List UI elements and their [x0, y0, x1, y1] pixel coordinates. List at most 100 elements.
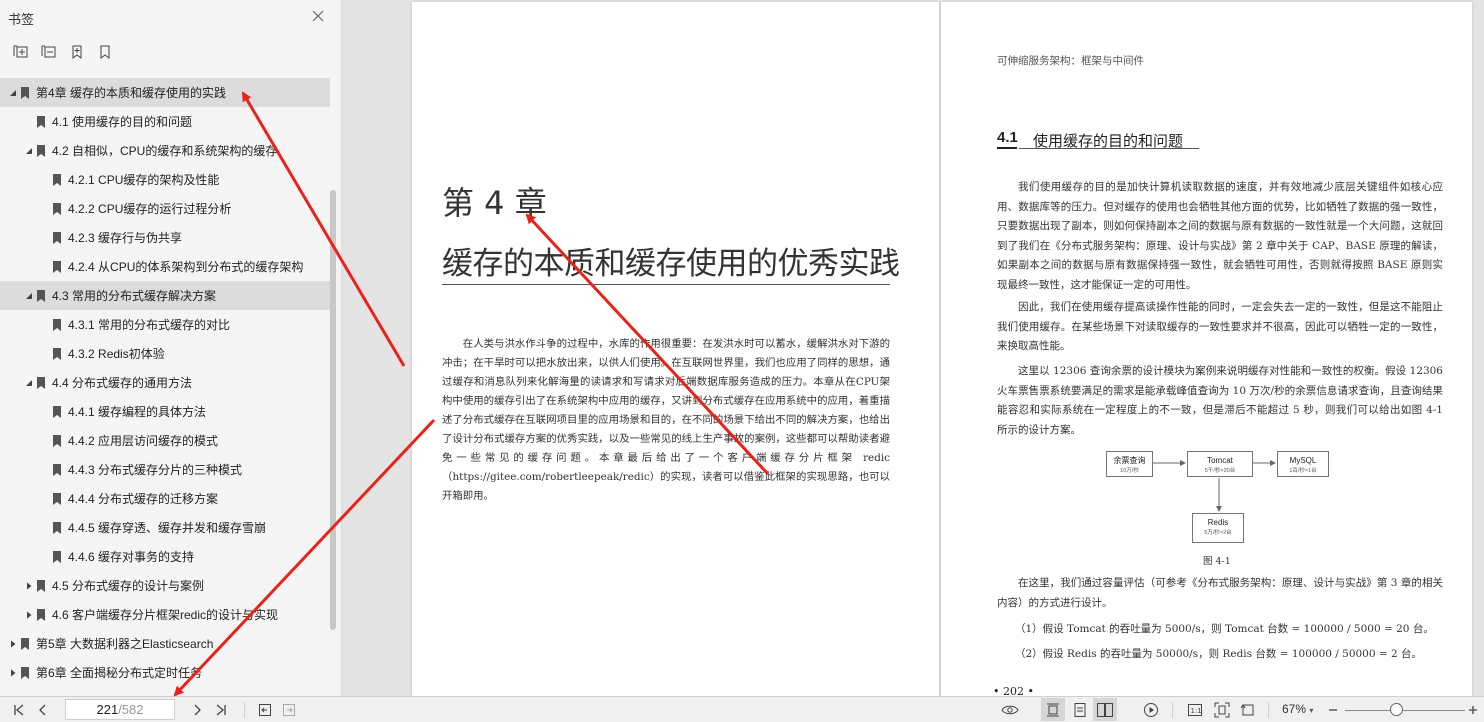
bookmark-toolbar [12, 43, 114, 61]
bookmark-item[interactable]: 4.4.1 缓存编程的具体方法 [0, 397, 330, 426]
chevron-down-icon: ▾ [1309, 706, 1314, 715]
bookmark-item[interactable]: 4.4.2 应用层访问缓存的模式 [0, 426, 330, 455]
bookmark-item[interactable]: 4.2.4 从CPU的体系架构到分布式的缓存架构 [0, 252, 330, 281]
continuous-page-icon[interactable] [1068, 698, 1092, 721]
back-icon[interactable] [256, 701, 274, 719]
zoom-out-icon[interactable] [1326, 701, 1340, 719]
bookmark-icon[interactable] [96, 43, 114, 61]
figure-box: MySQL 1百/秒×1台 [1277, 451, 1329, 477]
bookmark-item[interactable]: 4.1 使用缓存的目的和问题 [0, 107, 330, 136]
bookmark-label: 4.4.4 分布式缓存的迁移方案 [68, 492, 219, 506]
bookmark-item[interactable]: 4.4.6 缓存对事务的支持 [0, 542, 330, 571]
bookmark-item[interactable]: 4.4.3 分布式缓存分片的三种模式 [0, 455, 330, 484]
figure-box-title: MySQL [1289, 456, 1317, 465]
forward-icon[interactable] [280, 701, 298, 719]
bookmark-label: 4.3.1 常用的分布式缓存的对比 [68, 318, 231, 332]
last-page-icon[interactable] [212, 701, 230, 719]
zoom-in-icon[interactable] [1466, 701, 1480, 719]
figure-box: Redis 5万/秒×2台 [1192, 513, 1244, 543]
caret-right-icon[interactable] [8, 668, 18, 678]
list-item: （1）假设 Tomcat 的吞吐量为 5000/s，则 Tomcat 台数 = … [1015, 623, 1434, 635]
bookmark-item[interactable]: 4.4.5 缓存穿透、缓存并发和缓存雪崩 [0, 513, 330, 542]
first-page-icon[interactable] [10, 701, 28, 719]
paragraph: 在这里，我们通过容量评估（可参考《分布式服务架构：原理、设计与实战》第 3 章的… [997, 577, 1443, 609]
expand-all-icon[interactable] [12, 43, 30, 61]
play-icon[interactable] [1141, 701, 1161, 719]
caret-right-icon[interactable] [24, 581, 34, 591]
caret-right-icon[interactable] [24, 610, 34, 620]
next-page-icon[interactable] [188, 701, 206, 719]
bookmark-icon [52, 463, 62, 477]
bookmark-label: 第4章 缓存的本质和缓存使用的实践 [36, 86, 227, 100]
close-icon[interactable] [310, 8, 326, 24]
divider [1172, 702, 1173, 718]
bookmark-item[interactable]: 4.2 自相似，CPU的缓存和系统架构的缓存 [0, 136, 330, 165]
bookmark-item[interactable]: 4.3 常用的分布式缓存解决方案 [0, 281, 330, 310]
bookmark-icon [36, 144, 46, 158]
bookmark-item[interactable]: 第5章 大数据利器之Elasticsearch [0, 629, 330, 658]
bookmark-label: 4.4.5 缓存穿透、缓存并发和缓存雪崩 [68, 521, 267, 535]
bookmark-icon [52, 173, 62, 187]
bookmark-icon [20, 86, 30, 100]
bookmark-tree: 第4章 缓存的本质和缓存使用的实践 4.1 使用缓存的目的和问题 4.2 自相似，C… [0, 78, 330, 687]
bookmark-icon [52, 318, 62, 332]
zoom-slider-track[interactable] [1345, 710, 1465, 711]
actual-size-icon[interactable]: 1:1 [1185, 701, 1205, 719]
bookmark-item[interactable]: 4.4 分布式缓存的通用方法 [0, 368, 330, 397]
bookmark-label: 4.4.2 应用层访问缓存的模式 [68, 434, 219, 448]
bookmark-icon [52, 231, 62, 245]
divider [1268, 702, 1269, 718]
caret-down-icon[interactable] [8, 88, 18, 98]
bookmark-icon [52, 434, 62, 448]
figure-box-sub: 5万/秒×2台 [1204, 530, 1232, 536]
add-bookmark-icon[interactable] [68, 43, 86, 61]
bookmark-panel: 书签 第4章 缓存的本质和缓存使用的实践 4.1 使用缓存的目的和问题 4.2 自相… [0, 0, 342, 696]
bookmark-item[interactable]: 第4章 缓存的本质和缓存使用的实践 [0, 78, 330, 107]
bookmark-item[interactable]: 4.3.2 Redis初体验 [0, 339, 330, 368]
sidebar-scrollbar[interactable] [330, 190, 336, 630]
bookmark-label: 4.2.4 从CPU的体系架构到分布式的缓存架构 [68, 260, 304, 274]
zoom-dropdown[interactable]: 67% ▾ [1282, 702, 1313, 716]
two-page-icon[interactable] [1093, 698, 1117, 721]
bookmark-icon [52, 347, 62, 361]
figure-box-title: Tomcat [1207, 456, 1233, 465]
bookmark-label: 第6章 全面揭秘分布式定时任务 [36, 666, 203, 680]
prev-page-icon[interactable] [34, 701, 52, 719]
divider [244, 702, 245, 718]
bookmark-label: 4.5 分布式缓存的设计与案例 [52, 579, 205, 593]
bookmark-item[interactable]: 第6章 全面揭秘分布式定时任务 [0, 658, 330, 687]
caret-down-icon[interactable] [24, 378, 34, 388]
bookmark-item[interactable]: 4.6 客户端缓存分片框架redic的设计与实现 [0, 600, 330, 629]
bookmark-label: 4.4.6 缓存对事务的支持 [68, 550, 195, 564]
caret-right-icon[interactable] [8, 639, 18, 649]
document-viewport[interactable]: 第 4 章 缓存的本质和缓存使用的优秀实践 在人类与洪水作斗争的过程中，水库的作… [342, 0, 1484, 696]
caret-down-icon[interactable] [24, 291, 34, 301]
page-number-input[interactable]: 221/582 [65, 699, 175, 720]
bookmark-item[interactable]: 4.2.2 CPU缓存的运行过程分析 [0, 194, 330, 223]
chapter-title: 缓存的本质和缓存使用的优秀实践 [442, 246, 900, 282]
read-mode-icon[interactable] [1000, 701, 1020, 719]
rotate-icon[interactable] [1238, 701, 1258, 719]
single-page-icon[interactable] [1041, 698, 1065, 721]
collapse-all-icon[interactable] [40, 43, 58, 61]
bookmark-item[interactable]: 4.3.1 常用的分布式缓存的对比 [0, 310, 330, 339]
chapter-number: 第 4 章 [442, 184, 547, 222]
bookmark-item[interactable]: 4.2.1 CPU缓存的架构及性能 [0, 165, 330, 194]
bookmark-item[interactable]: 4.4.4 分布式缓存的迁移方案 [0, 484, 330, 513]
bookmark-item[interactable]: 4.2.3 缓存行与伪共享 [0, 223, 330, 252]
fit-page-icon[interactable] [1212, 701, 1232, 719]
zoom-slider-handle[interactable] [1390, 703, 1403, 716]
bookmark-icon [52, 521, 62, 535]
bookmark-label: 4.2.1 CPU缓存的架构及性能 [68, 173, 220, 187]
bookmark-item[interactable]: 4.5 分布式缓存的设计与案例 [0, 571, 330, 600]
caret-down-icon[interactable] [24, 146, 34, 156]
